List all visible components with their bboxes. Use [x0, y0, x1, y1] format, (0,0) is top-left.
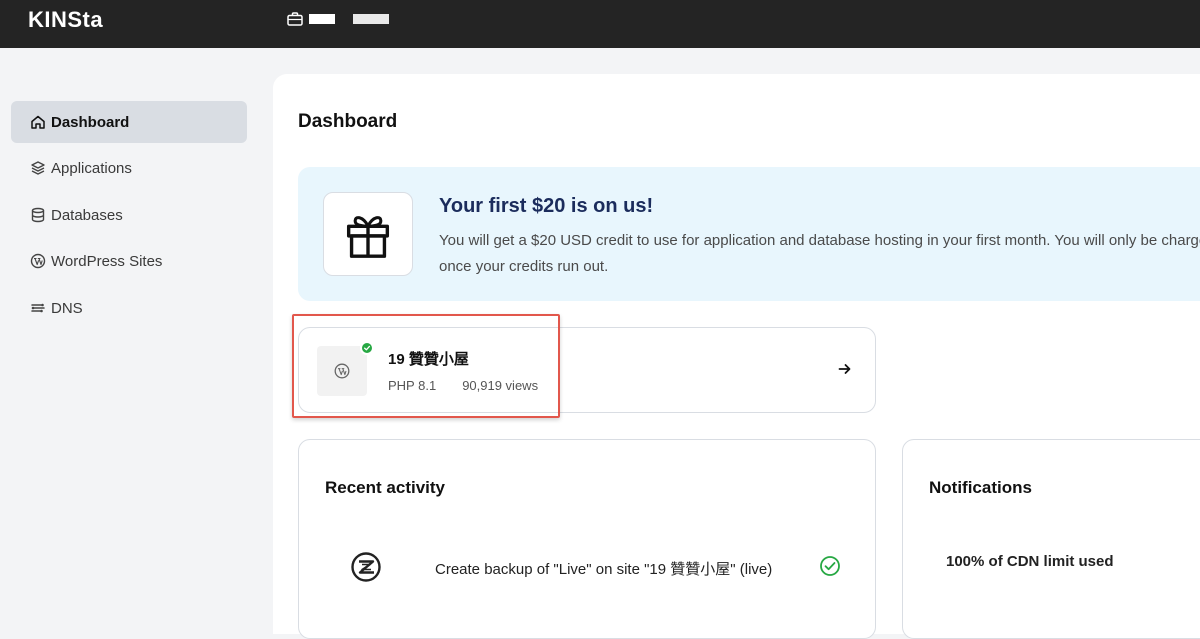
site-php-version: PHP 8.1 — [388, 378, 437, 393]
notification-item-text: 100% of CDN limit used — [946, 553, 1114, 570]
main-content: Dashboard Your first $20 is on us! You w… — [273, 74, 1200, 639]
sidebar-item-label: Dashboard — [51, 113, 130, 131]
sidebar-item-dashboard[interactable]: Dashboard — [11, 101, 247, 143]
home-icon — [30, 114, 46, 130]
sidebar-item-label: Databases — [51, 206, 123, 224]
sidebar-item-databases[interactable]: Databases — [11, 194, 247, 236]
arrow-right-icon[interactable] — [837, 361, 853, 377]
gift-icon — [323, 192, 413, 276]
site-name: 19 贊贊小屋 — [388, 351, 469, 368]
dns-icon — [30, 300, 46, 316]
site-views: 90,919 views — [462, 378, 539, 393]
status-check-icon — [360, 341, 374, 355]
sidebar-item-label: WordPress Sites — [51, 252, 163, 270]
redacted-company-name — [309, 14, 335, 24]
database-icon — [30, 207, 46, 223]
briefcase-icon — [287, 12, 303, 26]
recent-activity-panel: Recent activity Create backup of "Live" … — [298, 439, 876, 639]
recent-activity-title: Recent activity — [325, 478, 445, 497]
sidebar-item-label: DNS — [51, 299, 83, 317]
top-bar: KINSta — [0, 0, 1200, 48]
sidebar: Dashboard Applications Databases WordPre… — [0, 48, 272, 596]
success-check-icon — [820, 556, 840, 576]
redacted-company-name — [353, 14, 389, 24]
kinsta-logo[interactable]: KINSta — [28, 7, 103, 33]
sidebar-item-applications[interactable]: Applications — [11, 147, 247, 189]
layers-icon — [30, 160, 46, 176]
notifications-panel: Notifications 100% of CDN limit used — [902, 439, 1200, 639]
page-title: Dashboard — [298, 111, 398, 132]
sidebar-item-label: Applications — [51, 159, 132, 177]
sidebar-item-dns[interactable]: DNS — [11, 287, 247, 329]
notifications-title: Notifications — [929, 478, 1032, 497]
promo-title: Your first $20 is on us! — [439, 195, 654, 217]
wordpress-icon — [317, 346, 367, 396]
kinsta-z-icon — [351, 552, 381, 582]
promo-text: You will get a $20 USD credit to use for… — [439, 232, 1200, 275]
site-meta: PHP 8.1 90,919 views — [388, 378, 538, 393]
wordpress-icon — [30, 253, 46, 269]
activity-item-text: Create backup of "Live" on site "19 贊贊小屋… — [435, 561, 773, 578]
promo-banner: Your first $20 is on us! You will get a … — [298, 167, 1200, 301]
site-card[interactable]: 19 贊贊小屋 PHP 8.1 90,919 views — [298, 327, 876, 413]
company-switcher[interactable] — [287, 11, 389, 27]
sidebar-item-wordpress-sites[interactable]: WordPress Sites — [11, 240, 247, 282]
